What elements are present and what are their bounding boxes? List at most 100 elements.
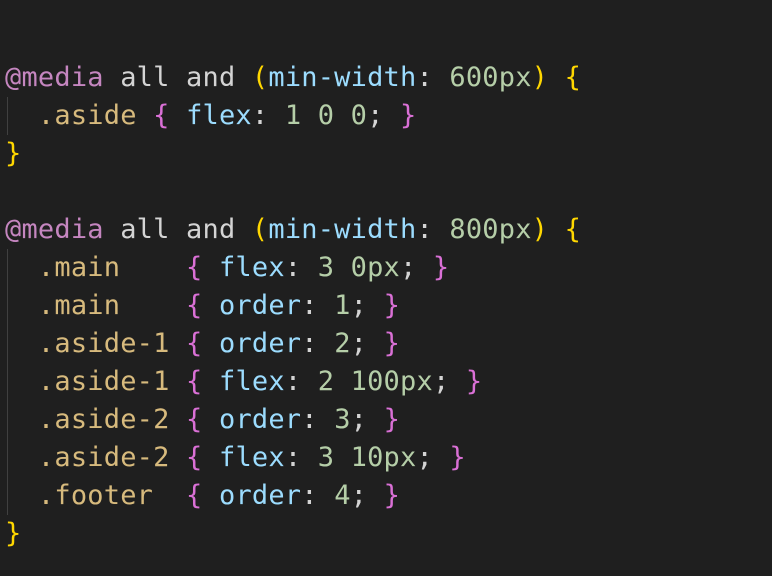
code-editor[interactable]: @media all and (min-width: 600px) { .asi…	[0, 0, 772, 576]
code-token-text: ;	[432, 366, 466, 397]
code-token-selector: .aside-1	[37, 328, 170, 359]
code-token-bracket-level2: }	[400, 100, 417, 131]
code-token-number: 2 100px	[317, 366, 433, 397]
code-token-selector: .main	[37, 252, 121, 283]
code-line[interactable]: .aside { flex: 1 0 0; }	[5, 97, 581, 135]
code-line[interactable]: .aside-1 { flex: 2 100px; }	[5, 363, 581, 401]
code-token-text: :	[301, 328, 335, 359]
code-token-text: :	[251, 100, 285, 131]
code-line[interactable]: .footer { order: 4; }	[5, 477, 581, 515]
code-token-bracket-level2: }	[383, 480, 401, 511]
code-token-bracket-level1: )	[531, 62, 549, 93]
code-token-bracket-level1: )	[531, 214, 549, 245]
code-token-number: 800px	[449, 214, 532, 245]
code-line[interactable]: }	[5, 135, 581, 173]
code-token-bracket-level2: {	[186, 290, 203, 321]
code-token-keyword: all	[120, 62, 170, 93]
code-line[interactable]: .main { order: 1; }	[5, 287, 581, 325]
code-line[interactable]: .aside-1 { order: 2; }	[5, 325, 581, 363]
code-token-bracket-level2: {	[186, 366, 203, 397]
code-token-bracket-level1: (	[251, 214, 269, 245]
code-token-at-rule: @media	[5, 214, 104, 245]
code-line[interactable]: .main { flex: 3 0px; }	[5, 249, 581, 287]
code-token-text: :	[301, 290, 335, 321]
code-line[interactable]	[5, 173, 581, 211]
code-token-property: flex	[218, 252, 285, 283]
code-token-bracket-level1: }	[5, 518, 22, 549]
code-token-number: 2	[334, 328, 351, 359]
code-token-text: :	[416, 62, 450, 93]
code-token-number: 3	[334, 404, 351, 435]
code-token-text: :	[301, 404, 335, 435]
code-area[interactable]: @media all and (min-width: 600px) { .asi…	[5, 59, 581, 553]
code-token-bracket-level1: (	[251, 62, 269, 93]
code-token-text: :	[284, 366, 318, 397]
code-token-text: :	[301, 480, 335, 511]
code-token-number: 3 0px	[317, 252, 400, 283]
code-token-bracket-level1: {	[564, 62, 582, 93]
code-token-selector: .main	[37, 290, 121, 321]
code-token-bracket-level2: }	[383, 404, 401, 435]
code-token-bracket-level2: }	[383, 290, 401, 321]
code-token-text: ;	[400, 252, 433, 283]
code-token-number: 4	[334, 480, 351, 511]
code-token-number: 1 0 0	[284, 100, 368, 131]
code-line[interactable]: @media all and (min-width: 800px) {	[5, 211, 581, 249]
code-token-selector: .aside-2	[37, 404, 170, 435]
code-token-keyword: and	[186, 214, 236, 245]
code-token-number: 3 10px	[317, 442, 417, 473]
code-token-at-rule: @media	[5, 62, 104, 93]
code-token-text: ;	[350, 290, 384, 321]
code-token-text: ;	[416, 442, 450, 473]
code-token-bracket-level2: }	[465, 366, 483, 397]
code-line[interactable]: .aside-2 { order: 3; }	[5, 401, 581, 439]
code-line[interactable]: @media all and (min-width: 600px) {	[5, 59, 581, 97]
code-line[interactable]: }	[5, 515, 581, 553]
code-token-selector: .aside-2	[37, 442, 170, 473]
code-token-text: ;	[350, 480, 384, 511]
code-token-number: 1	[334, 290, 351, 321]
code-token-bracket-level2: }	[449, 442, 466, 473]
code-token-bracket-level2: {	[186, 442, 203, 473]
code-token-property: flex	[218, 366, 285, 397]
code-line[interactable]: .aside-2 { flex: 3 10px; }	[5, 439, 581, 477]
code-token-number: 600px	[449, 62, 532, 93]
code-token-keyword: and	[186, 62, 236, 93]
code-token-property: order	[218, 480, 302, 511]
code-token-text: :	[284, 442, 318, 473]
code-token-selector: .aside	[37, 100, 137, 131]
code-token-text: ;	[350, 404, 384, 435]
code-token-property: flex	[218, 442, 285, 473]
code-token-bracket-level2: {	[186, 252, 203, 283]
code-token-property: order	[218, 290, 302, 321]
code-token-bracket-level1: {	[564, 214, 582, 245]
code-token-media-feature: min-width	[268, 62, 417, 93]
code-token-text: ;	[350, 328, 384, 359]
